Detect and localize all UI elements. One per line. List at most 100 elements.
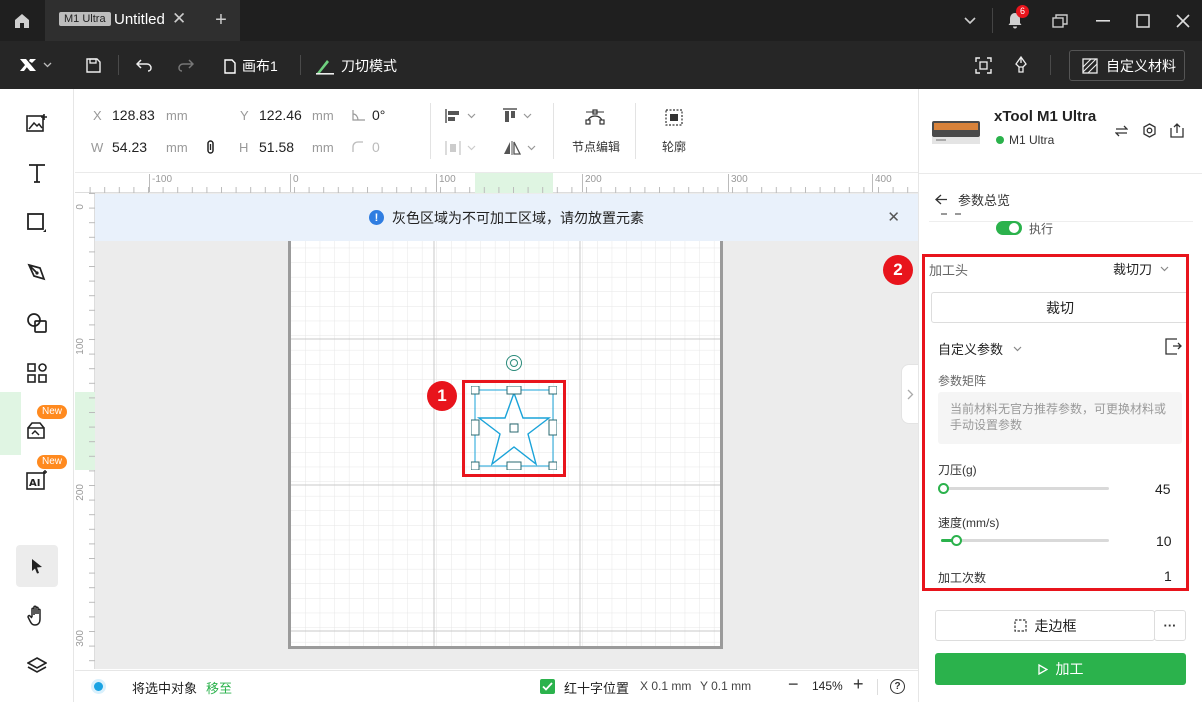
home-icon[interactable]: [0, 0, 44, 41]
process-button[interactable]: 加工: [935, 653, 1186, 685]
divider: [635, 103, 636, 159]
new-badge: New: [37, 405, 68, 419]
pen-tool[interactable]: [16, 252, 58, 294]
execute-toggle[interactable]: [996, 221, 1022, 235]
outline-icon: [665, 109, 683, 126]
h-label: H: [239, 140, 249, 155]
title-bar: M1 Ultra Untitled ✕ + 6: [0, 0, 1202, 41]
text-tool[interactable]: [16, 152, 58, 194]
node-edit-label: 节点编辑: [572, 140, 621, 154]
mode-selector[interactable]: 刀切模式: [315, 56, 397, 76]
flip-dropdown[interactable]: [503, 138, 543, 158]
custom-material-label: 自定义材料: [1106, 57, 1176, 74]
angle-input[interactable]: 0°: [372, 107, 385, 123]
layered-image-icon: [27, 422, 45, 439]
canvas-selector[interactable]: 画布1: [224, 56, 278, 76]
ai-image-icon: AI: [26, 470, 47, 490]
device-online-dot: [996, 136, 1004, 144]
y-input[interactable]: 122.46: [259, 107, 302, 123]
annotation-marker-2: 2: [883, 255, 913, 285]
annotation-box-1: [462, 380, 566, 477]
switch-device-icon[interactable]: [1115, 125, 1128, 137]
move-to-link[interactable]: 移至: [206, 678, 232, 697]
canvas-area[interactable]: -100 0 100 200 300 400 0 100 200 300 ! 灰…: [75, 173, 918, 669]
minimize-icon[interactable]: [1088, 0, 1118, 41]
shape-tool[interactable]: [16, 202, 58, 244]
settings-icon[interactable]: [1142, 123, 1157, 138]
panel-collapse-handle[interactable]: [901, 364, 918, 424]
y-label: Y: [240, 108, 249, 123]
redo-icon[interactable]: [173, 41, 199, 89]
divider: [992, 8, 993, 33]
frame-button[interactable]: 走边框: [935, 610, 1155, 641]
zoom-out-icon[interactable]: −: [788, 674, 799, 695]
align-vertical-dropdown[interactable]: [503, 106, 543, 126]
w-input[interactable]: 54.23: [112, 139, 147, 155]
app-menu-button[interactable]: [12, 41, 58, 89]
lock-ratio-icon[interactable]: [206, 140, 216, 154]
node-edit-button[interactable]: 节点编辑: [565, 109, 625, 159]
export-icon[interactable]: [1170, 123, 1184, 138]
outline-label: 轮廓: [662, 140, 687, 154]
close-window-icon[interactable]: [1168, 0, 1198, 41]
corner-radius-icon: [352, 141, 363, 152]
chevron-down-icon[interactable]: [955, 0, 985, 41]
ruler-tick-label: 0: [75, 204, 86, 210]
h-input[interactable]: 51.58: [259, 139, 294, 155]
rotate-handle-icon[interactable]: [506, 355, 522, 371]
close-tab-icon[interactable]: ✕: [172, 9, 186, 29]
new-badge: New: [37, 455, 68, 469]
back-to-overview[interactable]: 参数总览: [935, 190, 1010, 209]
zoom-in-icon[interactable]: +: [853, 674, 864, 695]
device-name: xTool M1 Ultra: [994, 108, 1097, 125]
cursor-arrow-icon: [32, 559, 42, 574]
process-button-label: 加工: [1055, 661, 1084, 677]
info-icon: !: [369, 210, 384, 225]
mode-label: 刀切模式: [341, 58, 397, 74]
ruler-tick-label: 300: [728, 174, 748, 192]
info-banner: ! 灰色区域为不可加工区域，请勿放置元素 ✕: [95, 194, 918, 241]
close-banner-icon[interactable]: ✕: [887, 208, 900, 226]
corner-radius-input[interactable]: 0: [372, 139, 380, 155]
vertical-ruler: 0 100 200 300: [75, 193, 95, 669]
x-input[interactable]: 128.83: [112, 107, 155, 123]
elements-tool[interactable]: [16, 352, 58, 394]
help-icon[interactable]: ?: [890, 679, 905, 694]
custom-material-button[interactable]: 自定义材料: [1069, 50, 1185, 81]
window-switch-icon[interactable]: [1045, 0, 1075, 41]
boolean-tool[interactable]: [16, 302, 58, 344]
horizontal-ruler: -100 0 100 200 300 400: [75, 173, 918, 193]
crosshair-checkbox[interactable]: [540, 679, 555, 694]
pan-tool[interactable]: [16, 595, 58, 637]
new-tab-icon[interactable]: +: [206, 0, 236, 41]
maximize-icon[interactable]: [1128, 0, 1158, 41]
right-panel: xTool M1 Ultra M1 Ultra 参数总览 执行 加工头 裁切刀 …: [883, 89, 1202, 702]
ruler-tick-label: 300: [75, 630, 86, 647]
annotation-marker-1: 1: [427, 381, 457, 411]
outline-button[interactable]: 轮廓: [655, 109, 695, 159]
distribute-dropdown[interactable]: [445, 138, 485, 158]
chevron-right-icon: [907, 389, 913, 399]
ruler-tick-label: 200: [75, 484, 86, 501]
annotation-box-2: [922, 254, 1189, 591]
left-toolbar: New AI New: [0, 89, 74, 702]
undo-icon[interactable]: [131, 41, 157, 89]
drag-handle-icon: [941, 213, 947, 215]
divider: [877, 679, 878, 695]
image-add-icon: [26, 114, 47, 132]
divider: [553, 103, 554, 159]
camera-capture-icon[interactable]: [970, 41, 996, 89]
pen-tool-icon[interactable]: [1008, 41, 1034, 89]
image-tool[interactable]: [16, 102, 58, 144]
save-icon[interactable]: [80, 41, 106, 89]
svg-text:AI: AI: [29, 478, 40, 489]
drag-handle-icon: [955, 213, 961, 215]
zoom-level[interactable]: 145%: [812, 679, 843, 693]
layers-tool[interactable]: [16, 645, 58, 687]
select-tool[interactable]: [16, 545, 58, 587]
layers-icon: [27, 657, 47, 673]
x-coordinate: X 0.1 mm: [640, 679, 692, 693]
align-horizontal-dropdown[interactable]: [445, 106, 485, 126]
more-options-button[interactable]: ···: [1154, 610, 1186, 641]
rectangle-icon: [27, 213, 46, 232]
